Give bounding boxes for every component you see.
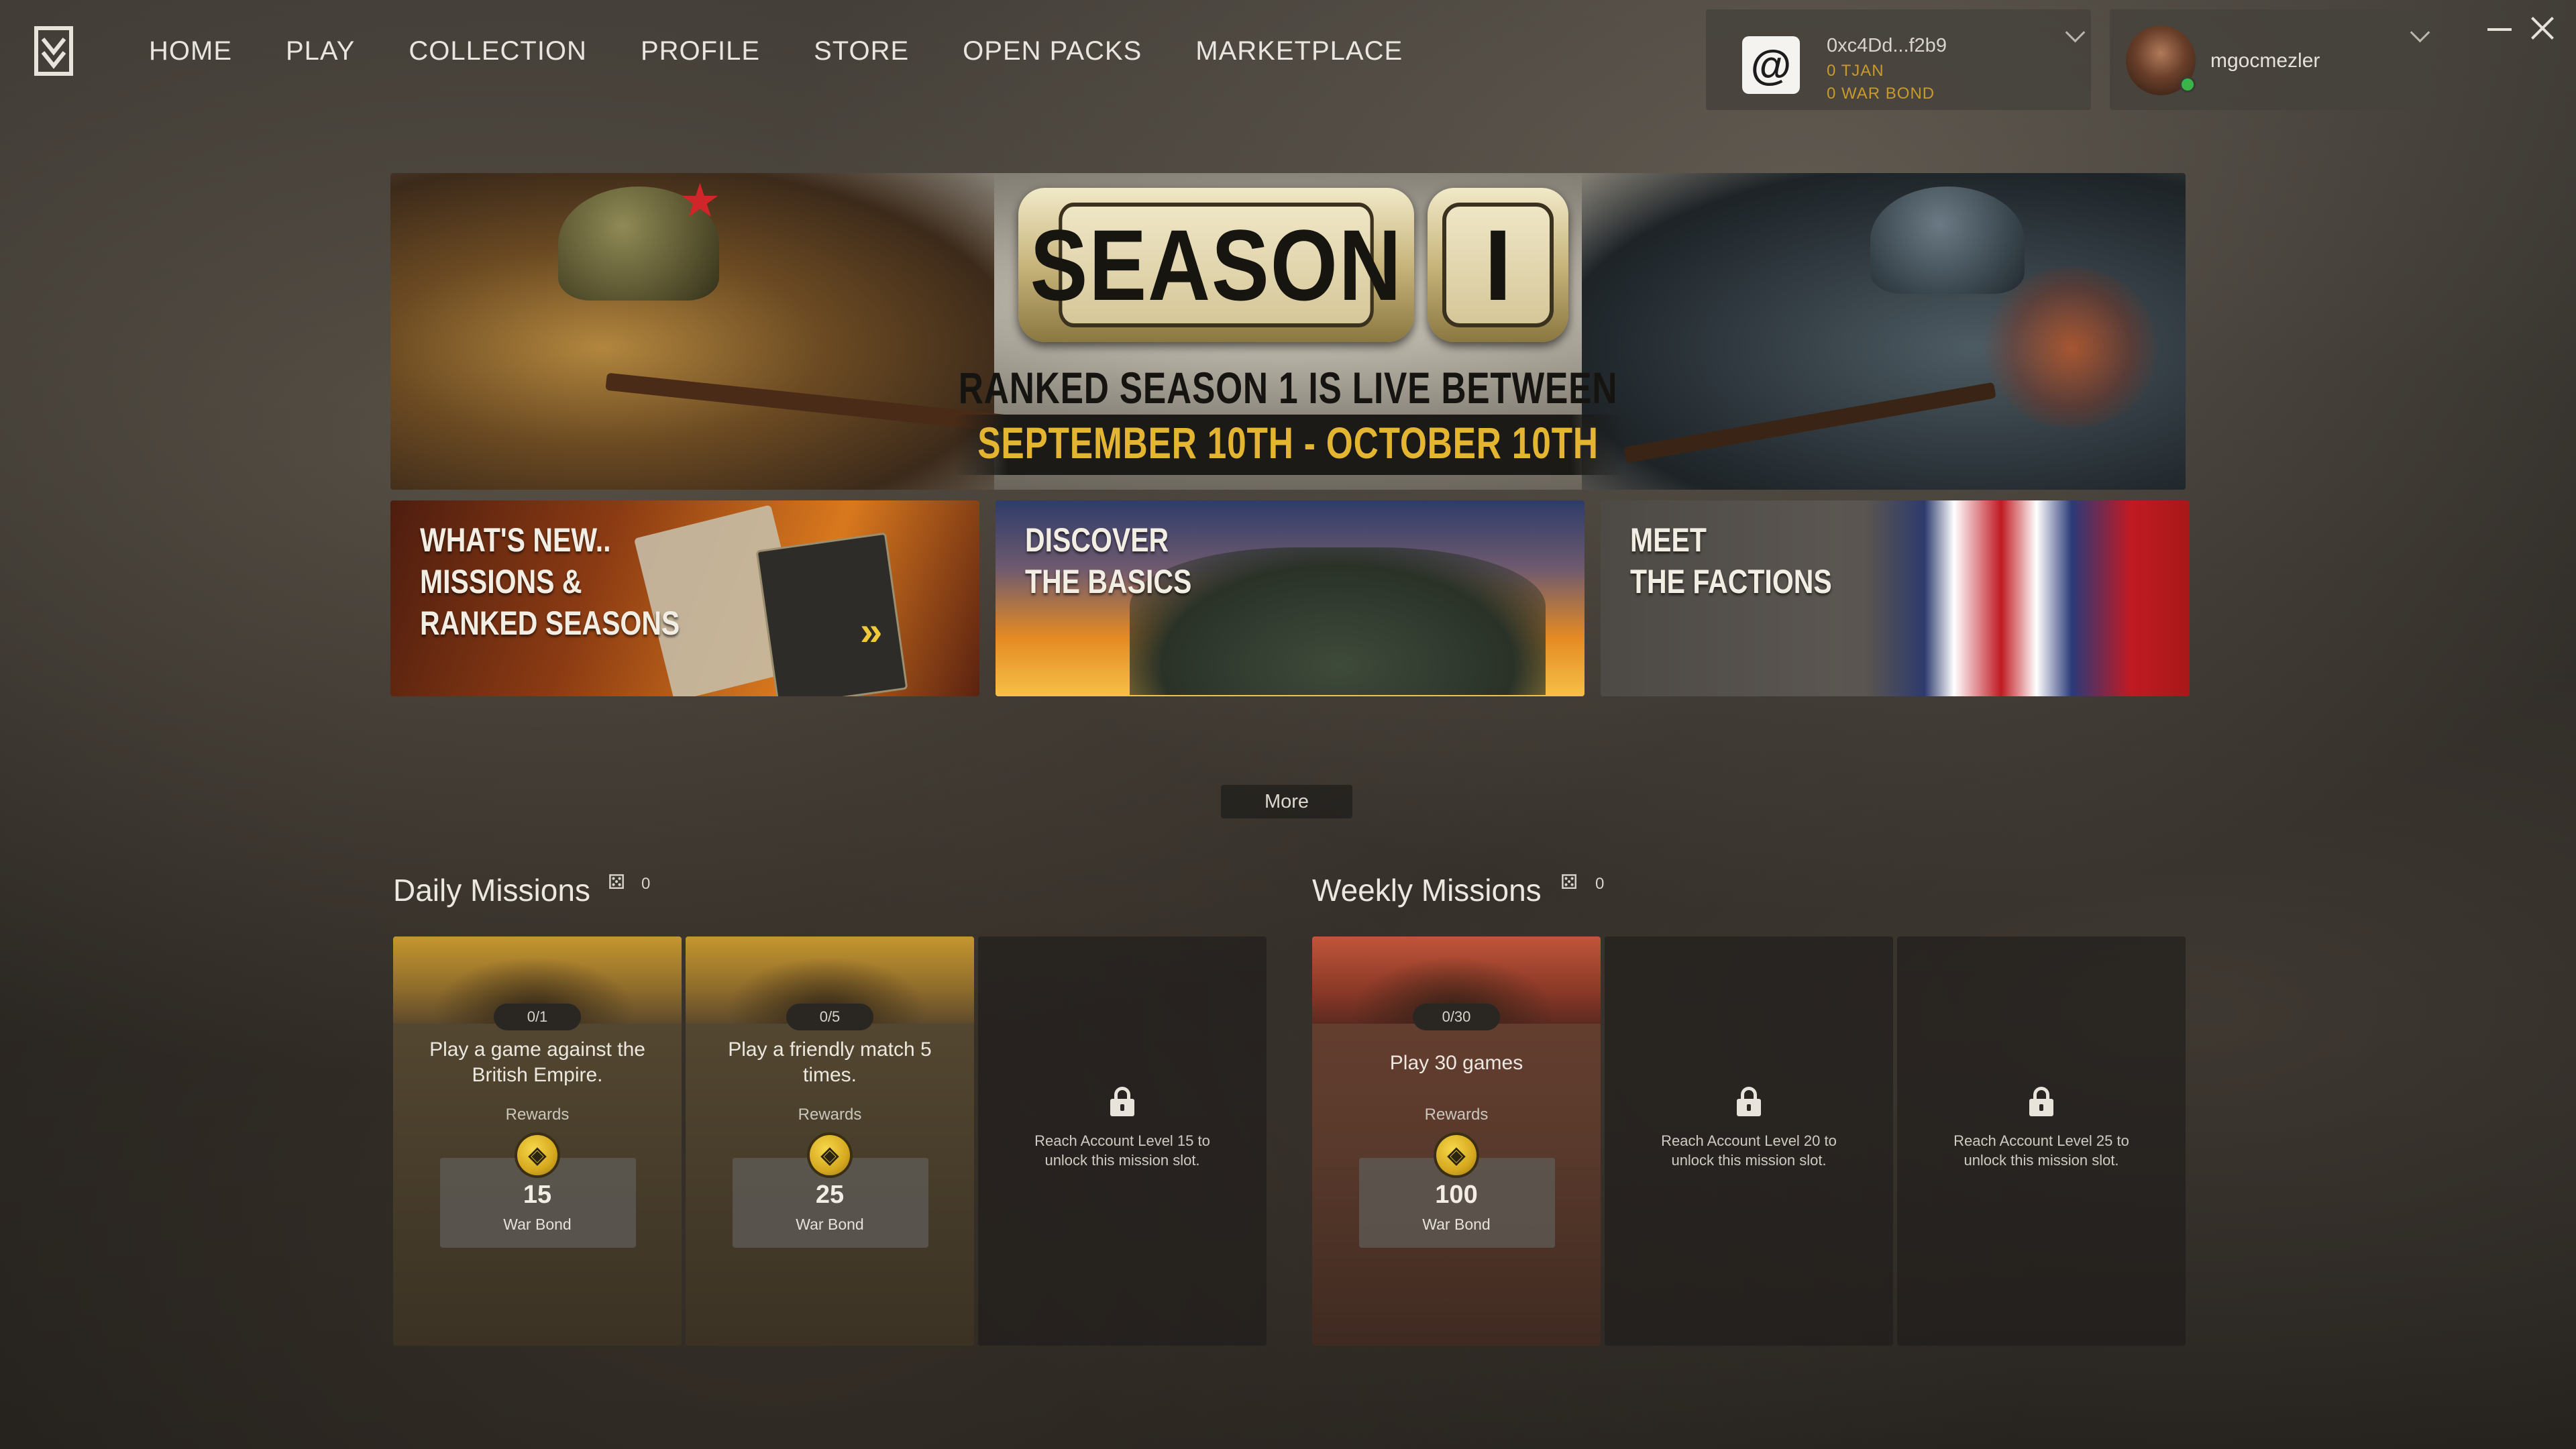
rewards-label: Rewards xyxy=(505,1106,570,1124)
mission-card[interactable]: 0/30 Play 30 games Rewards ◈ 100 War Bon… xyxy=(1312,936,1601,1346)
tjan-balance: 0 TJAN xyxy=(1827,62,1884,80)
dice-icon[interactable]: ⚄ xyxy=(608,871,625,894)
mission-card[interactable]: 0/5 Play a friendly match 5 times. Rewar… xyxy=(686,936,974,1346)
banner-dates: SEPTEMBER 10TH - OCTOBER 10TH xyxy=(977,418,1599,468)
war-bond-coin-icon: ◈ xyxy=(1436,1135,1477,1175)
lock-icon xyxy=(1737,1087,1761,1116)
daily-missions-title: Daily Missions xyxy=(393,873,590,908)
season-number: I xyxy=(1442,203,1554,327)
wallet-address: 0xc4Dd...f2b9 xyxy=(1827,35,1947,56)
war-bond-balance: 0 WAR BOND xyxy=(1827,85,1935,103)
reward-currency: War Bond xyxy=(796,1216,864,1233)
more-button[interactable]: More xyxy=(1221,785,1352,818)
dice-icon[interactable]: ⚄ xyxy=(1560,871,1578,894)
double-chevron-icon: » xyxy=(860,608,883,653)
red-star-icon: ★ xyxy=(679,174,721,227)
season-banner[interactable]: ★ SEASON I RANKED SEASON 1 IS LIVE BETWE… xyxy=(390,173,2186,490)
nav-open-packs[interactable]: OPEN PACKS xyxy=(963,36,1142,66)
card-discover-basics[interactable]: DISCOVER THE BASICS xyxy=(996,500,1585,696)
locked-message: Reach Account Level 25 to unlock this mi… xyxy=(1953,1132,2129,1169)
mission-progress: 0/1 xyxy=(494,1004,581,1030)
mission-card[interactable]: 0/1 Play a game against the British Empi… xyxy=(393,936,682,1346)
locked-mission-slot: Reach Account Level 15 to unlock this mi… xyxy=(978,936,1267,1346)
card-meet-factions[interactable]: MEET THE FACTIONS xyxy=(1601,500,2190,696)
card-whats-new[interactable]: » WHAT'S NEW.. MISSIONS & RANKED SEASONS xyxy=(390,500,979,696)
online-status-dot xyxy=(2180,76,2196,93)
wallet-dropdown[interactable]: @ 0xc4Dd...f2b9 0 TJAN 0 WAR BOND xyxy=(1706,9,2091,110)
avatar xyxy=(2126,25,2196,95)
username: mgocmezler xyxy=(2210,50,2320,72)
mission-description: Play a friendly match 5 times. xyxy=(728,1038,932,1086)
locked-mission-slot: Reach Account Level 20 to unlock this mi… xyxy=(1605,936,1893,1346)
daily-reroll-count: 0 xyxy=(641,875,651,893)
war-bond-coin-icon: ◈ xyxy=(517,1135,557,1175)
chevron-down-icon xyxy=(2410,22,2430,43)
card-title: WHAT'S NEW.. MISSIONS & RANKED SEASONS xyxy=(420,521,680,642)
lock-icon xyxy=(1110,1087,1134,1116)
user-menu[interactable]: mgocmezler xyxy=(2110,9,2434,110)
nav-home[interactable]: HOME xyxy=(149,36,232,66)
reward-currency: War Bond xyxy=(1422,1216,1491,1233)
at-sign-icon: @ xyxy=(1742,36,1800,94)
weekly-missions-title: Weekly Missions xyxy=(1312,873,1542,908)
rewards-label: Rewards xyxy=(1424,1106,1489,1124)
nav-play[interactable]: PLAY xyxy=(286,36,355,66)
locked-message: Reach Account Level 15 to unlock this mi… xyxy=(1034,1132,1210,1169)
mission-progress: 0/5 xyxy=(786,1004,873,1030)
nav-store[interactable]: STORE xyxy=(814,36,909,66)
nav-marketplace[interactable]: MARKETPLACE xyxy=(1195,36,1403,66)
minimize-icon[interactable] xyxy=(2485,13,2514,43)
locked-mission-slot: Reach Account Level 25 to unlock this mi… xyxy=(1897,936,2186,1346)
locked-message: Reach Account Level 20 to unlock this mi… xyxy=(1661,1132,1837,1169)
mission-progress: 0/30 xyxy=(1413,1004,1500,1030)
reward-amount: 25 xyxy=(815,1181,845,1209)
lock-icon xyxy=(2029,1087,2053,1116)
season-badge: SEASON I xyxy=(1018,188,1568,342)
main-nav: HOME PLAY COLLECTION PROFILE STORE OPEN … xyxy=(149,27,1403,75)
card-title: MEET THE FACTIONS xyxy=(1630,521,1832,600)
rewards-label: Rewards xyxy=(798,1106,862,1124)
card-title: DISCOVER THE BASICS xyxy=(1025,521,1192,600)
nav-profile[interactable]: PROFILE xyxy=(641,36,760,66)
reward-amount: 100 xyxy=(1435,1181,1478,1209)
weekly-reroll-count: 0 xyxy=(1595,875,1605,893)
war-bond-coin-icon: ◈ xyxy=(810,1135,850,1175)
close-icon[interactable] xyxy=(2528,13,2557,43)
mission-description: Play a game against the British Empire. xyxy=(429,1038,645,1086)
season-word: SEASON xyxy=(1030,203,1401,327)
reward-currency: War Bond xyxy=(503,1216,572,1233)
nav-collection[interactable]: COLLECTION xyxy=(409,36,587,66)
mission-description: Play 30 games xyxy=(1389,1052,1523,1074)
reward-amount: 15 xyxy=(523,1181,552,1209)
app-logo-icon[interactable] xyxy=(34,25,74,76)
chevron-down-icon xyxy=(2065,22,2086,43)
banner-headline: RANKED SEASON 1 IS LIVE BETWEEN xyxy=(958,363,1618,413)
